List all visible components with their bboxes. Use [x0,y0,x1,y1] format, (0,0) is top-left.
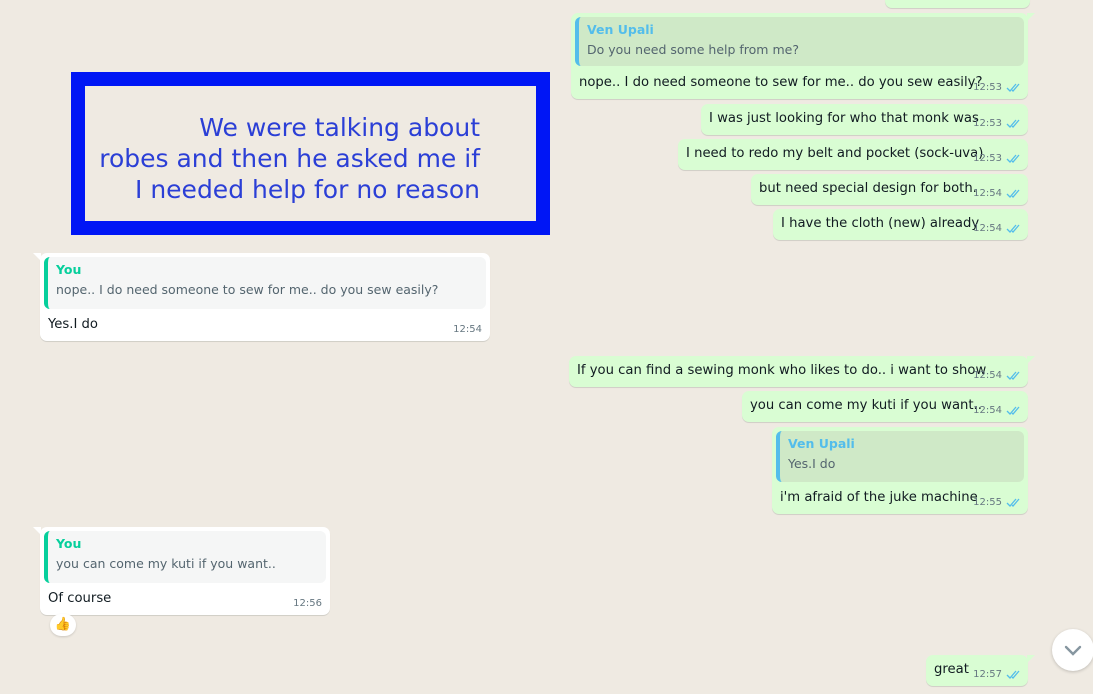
double-check-icon [1006,498,1020,507]
annotation-line: robes and then he asked me if [99,144,480,173]
message-bubble-outgoing[interactable]: I have the cloth (new) already 12:54 [773,209,1028,240]
bubble-tail [1027,655,1035,663]
message-bubble-outgoing[interactable]: great 12:57 [926,655,1035,686]
message-text: Of course [48,591,112,606]
annotation-box: We were talking about robes and then he … [71,72,550,235]
message-bubble-outgoing[interactable]: you can come my kuti if you want.. 12:54 [742,391,1028,422]
quoted-sender: Ven Upali [587,22,654,37]
message-time: 12:54 [973,370,1002,381]
bubble-tail [1027,13,1035,21]
message-text: i'm afraid of the juke machine [780,490,978,505]
message-bubble-partial[interactable] [885,0,1030,8]
message-text: you can come my kuti if you want.. [750,398,982,413]
message-bubble-outgoing[interactable]: If you can find a sewing monk who likes … [569,356,1035,387]
bubble-tail [33,253,41,261]
quoted-text: you can come my kuti if you want.. [56,556,276,571]
message-bubble-outgoing[interactable]: Ven Upali Yes.I do i'm afraid of the juk… [772,427,1028,514]
quoted-message[interactable]: Ven Upali Yes.I do [776,431,1024,482]
message-bubble-incoming[interactable]: You you can come my kuti if you want.. O… [33,527,330,615]
scroll-to-bottom-button[interactable] [1052,629,1093,671]
message-bubble-outgoing[interactable]: Ven Upali Do you need some help from me?… [571,13,1035,99]
reaction-thumbs-up[interactable]: 👍 [50,614,76,636]
double-check-icon [1006,83,1020,92]
quoted-text: Yes.I do [788,456,836,471]
quoted-message[interactable]: You nope.. I do need someone to sew for … [44,257,486,309]
quoted-message[interactable]: Ven Upali Do you need some help from me? [575,17,1024,66]
message-text: If you can find a sewing monk who likes … [577,363,987,378]
quoted-sender: Ven Upali [788,436,855,451]
message-text: I have the cloth (new) already [781,216,980,231]
double-check-icon [1006,119,1020,128]
message-time: 12:54 [973,405,1002,416]
message-time: 12:54 [973,188,1002,199]
double-check-icon [1006,670,1020,679]
message-time: 12:53 [973,82,1002,93]
message-time: 12:53 [973,153,1002,164]
double-check-icon [1006,224,1020,233]
annotation-text: We were talking about robes and then he … [99,112,480,205]
double-check-icon [1006,406,1020,415]
message-time: 12:55 [973,497,1002,508]
bubble-tail [33,527,41,535]
annotation-line: We were talking about [199,113,480,142]
quoted-text: nope.. I do need someone to sew for me..… [56,282,439,297]
message-bubble-incoming[interactable]: You nope.. I do need someone to sew for … [33,253,490,341]
bubble-tail [1027,356,1035,364]
message-text: but need special design for both. [759,181,977,196]
double-check-icon [1006,189,1020,198]
double-check-icon [1006,154,1020,163]
double-check-icon [1006,371,1020,380]
message-time: 12:56 [293,598,322,609]
message-bubble-outgoing[interactable]: but need special design for both. 12:54 [751,174,1028,205]
chat-background: { "annotation": { "line1": "We were talk… [0,0,1093,694]
chevron-down-icon [1064,645,1082,656]
message-text: I was just looking for who that monk was [709,111,979,126]
message-text: I need to redo my belt and pocket (sock-… [686,146,984,161]
quoted-sender: You [56,536,82,551]
message-bubble-outgoing[interactable]: I need to redo my belt and pocket (sock-… [678,139,1028,170]
quoted-message[interactable]: You you can come my kuti if you want.. [44,531,326,583]
message-text: nope.. I do need someone to sew for me..… [579,75,983,90]
message-time: 12:54 [973,223,1002,234]
quoted-text: Do you need some help from me? [587,42,799,57]
message-time: 12:53 [973,118,1002,129]
message-text: great [934,662,969,677]
message-text: Yes.I do [48,317,98,332]
message-time: 12:54 [453,324,482,335]
annotation-line: I needed help for no reason [135,175,480,204]
message-time: 12:57 [973,669,1002,680]
quoted-sender: You [56,262,82,277]
message-bubble-outgoing[interactable]: I was just looking for who that monk was… [701,104,1028,135]
